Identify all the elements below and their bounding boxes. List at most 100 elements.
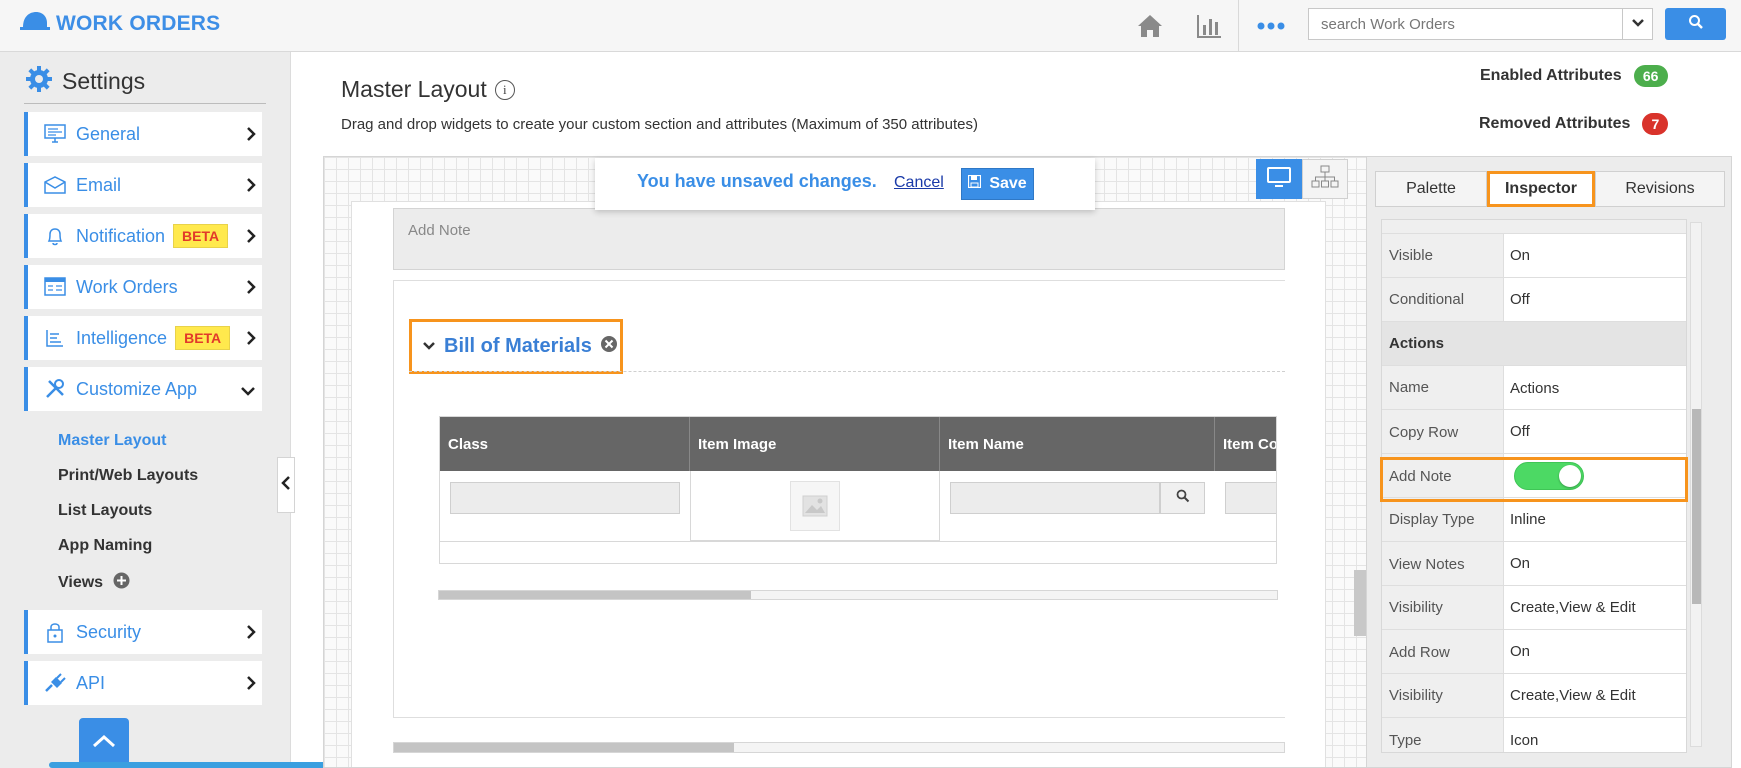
- property-row-add-row[interactable]: Add Row On: [1382, 630, 1686, 674]
- item-name-input[interactable]: [950, 482, 1160, 514]
- property-row-visibility[interactable]: Visibility Create,View & Edit: [1382, 674, 1686, 718]
- save-label: Save: [989, 175, 1027, 192]
- class-input[interactable]: [450, 482, 680, 514]
- beta-badge: BETA: [175, 326, 231, 350]
- property-key: Conditional: [1382, 278, 1504, 321]
- column-header-class[interactable]: Class: [440, 417, 690, 471]
- home-icon[interactable]: [1134, 10, 1166, 42]
- plus-circle-icon[interactable]: [113, 572, 130, 594]
- subitem-views[interactable]: Views: [58, 572, 130, 594]
- tab-revisions[interactable]: Revisions: [1595, 171, 1725, 207]
- search-dropdown[interactable]: [1622, 9, 1652, 39]
- sidebar-item-label: Work Orders: [76, 276, 178, 297]
- column-header-item-code[interactable]: Item Co: [1215, 417, 1276, 471]
- chevron-up-icon: [91, 733, 117, 754]
- subitem-list-layouts[interactable]: List Layouts: [58, 502, 152, 520]
- scrollbar-thumb[interactable]: [394, 743, 734, 752]
- search-input[interactable]: [1309, 9, 1622, 39]
- tree-view-button[interactable]: [1302, 159, 1348, 199]
- beta-badge: BETA: [173, 224, 229, 248]
- chevron-right-icon: [246, 330, 256, 351]
- add-note-field[interactable]: Add Note: [393, 208, 1285, 270]
- column-header-item-image[interactable]: Item Image: [690, 417, 940, 471]
- sidebar-item-label: Notification: [76, 225, 166, 246]
- settings-header: Settings: [24, 64, 145, 99]
- property-value[interactable]: Icon: [1504, 718, 1686, 752]
- property-value[interactable]: Inline: [1504, 498, 1686, 541]
- app-title: WORK ORDERS: [56, 11, 221, 35]
- form-horizontal-scrollbar[interactable]: [393, 742, 1285, 753]
- property-value[interactable]: On: [1504, 542, 1686, 585]
- property-key: Visibility: [1382, 586, 1504, 629]
- canvas-vertical-scrollbar[interactable]: [1354, 570, 1366, 636]
- column-header-item-name[interactable]: Item Name: [940, 417, 1215, 471]
- subitem-app-naming[interactable]: App Naming: [58, 537, 152, 555]
- image-placeholder-icon[interactable]: [790, 481, 840, 531]
- property-row-view-notes[interactable]: View Notes On: [1382, 542, 1686, 586]
- sidebar-item-customize-app[interactable]: Customize App: [24, 367, 262, 411]
- property-value[interactable]: Create,View & Edit: [1504, 674, 1686, 717]
- chevron-down-icon[interactable]: [422, 338, 436, 356]
- scroll-top-button[interactable]: [79, 718, 129, 768]
- sidebar-item-label: Email: [76, 174, 122, 195]
- bar-chart-icon[interactable]: [1193, 10, 1225, 42]
- property-value[interactable]: Create,View & Edit: [1504, 586, 1686, 629]
- property-row-name[interactable]: Name Actions: [1382, 366, 1686, 410]
- envelope-icon: [44, 176, 66, 194]
- sidebar-item-label: Security: [76, 621, 142, 642]
- property-row-display-type[interactable]: Display Type Inline: [1382, 498, 1686, 542]
- subitem-print-web-layouts[interactable]: Print/Web Layouts: [58, 467, 198, 485]
- chevron-right-icon: [246, 177, 256, 198]
- more-dots-icon[interactable]: [1255, 10, 1287, 42]
- sidebar: Settings General Email Notification BETA…: [0, 52, 291, 768]
- property-key: Add Row: [1382, 630, 1504, 673]
- property-value[interactable]: Actions: [1504, 366, 1686, 409]
- sidebar-item-notification[interactable]: Notification BETA: [24, 214, 262, 258]
- chevron-down-icon: [240, 383, 256, 401]
- divider: [24, 103, 266, 104]
- property-row-conditional[interactable]: Conditional Off: [1382, 278, 1686, 322]
- sidebar-item-email[interactable]: Email: [24, 163, 262, 207]
- search-button[interactable]: [1665, 8, 1726, 40]
- add-note-placeholder: Add Note: [408, 222, 471, 239]
- property-row-type[interactable]: Type Icon: [1382, 718, 1686, 752]
- info-icon[interactable]: i: [494, 79, 515, 100]
- remove-section-icon[interactable]: [600, 335, 618, 358]
- search-box: [1308, 8, 1653, 40]
- page-title: Master Layout i: [341, 76, 515, 103]
- settings-title: Settings: [62, 68, 146, 94]
- item-search-button[interactable]: [1160, 482, 1205, 514]
- property-value[interactable]: Off: [1504, 278, 1686, 321]
- tab-palette[interactable]: Palette: [1375, 171, 1487, 207]
- property-value[interactable]: On: [1504, 234, 1686, 277]
- property-row-visibility[interactable]: Visibility Create,View & Edit: [1382, 586, 1686, 630]
- highlight-add-note: [1380, 457, 1688, 502]
- removed-attributes-label: Removed Attributes: [1479, 115, 1631, 132]
- scrollbar-thumb[interactable]: [439, 591, 751, 599]
- save-button[interactable]: Save: [961, 168, 1034, 200]
- inspector-vertical-scrollbar[interactable]: [1690, 222, 1702, 747]
- property-row-copy-row[interactable]: Copy Row Off: [1382, 410, 1686, 454]
- chevron-right-icon: [246, 228, 256, 249]
- property-row-visible[interactable]: Visible On: [1382, 234, 1686, 278]
- subitem-master-layout[interactable]: Master Layout: [58, 432, 166, 450]
- item-code-input[interactable]: [1225, 482, 1276, 514]
- tab-inspector[interactable]: Inspector: [1487, 171, 1595, 207]
- desktop-view-button[interactable]: [1256, 159, 1302, 199]
- sidebar-item-security[interactable]: Security: [24, 610, 262, 654]
- sidebar-item-api[interactable]: API: [24, 661, 262, 705]
- property-value[interactable]: Off: [1504, 410, 1686, 453]
- table-horizontal-scrollbar[interactable]: [438, 590, 1278, 600]
- sidebar-item-label: Intelligence: [76, 327, 168, 348]
- sidebar-item-general[interactable]: General: [24, 112, 262, 156]
- scrollbar-thumb[interactable]: [1692, 409, 1701, 604]
- brand[interactable]: WORK ORDERS: [20, 10, 220, 37]
- sidebar-item-intelligence[interactable]: Intelligence BETA: [24, 316, 262, 360]
- section-header-bill-of-materials[interactable]: Bill of Materials: [409, 319, 623, 374]
- monitor-icon: [44, 124, 66, 144]
- top-divider: [1238, 0, 1239, 52]
- collapse-sidebar-button[interactable]: [277, 457, 295, 513]
- cancel-link[interactable]: Cancel: [894, 174, 944, 192]
- property-value[interactable]: On: [1504, 630, 1686, 673]
- sidebar-item-work-orders[interactable]: Work Orders: [24, 265, 262, 309]
